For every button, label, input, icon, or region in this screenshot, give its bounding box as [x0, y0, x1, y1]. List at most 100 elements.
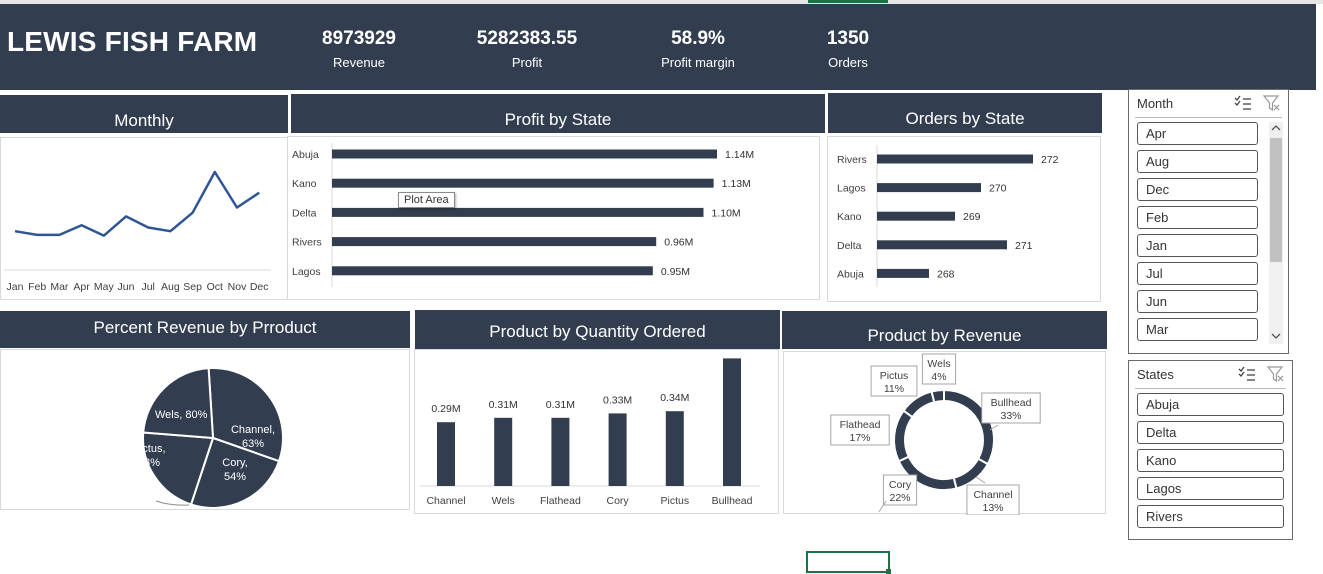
orders-data-label: 268 — [937, 268, 955, 280]
states-slicer[interactable]: States Abuja Delta Kano Lagos Rivers — [1128, 360, 1293, 540]
orders-by-state-bar-chart: Rivers 272 Lagos 270 Kano 269 Delta 271 Abuja 268 — [837, 145, 1059, 287]
category-label: Flathead — [540, 495, 581, 507]
kpi-orders: 1350 Orders — [788, 28, 908, 70]
monthly-line-chart: Jan Feb Mar Apr May Jun Jul Aug Sep Oct Nov Dec — [4, 170, 271, 293]
x-tick-label: Nov — [228, 281, 247, 293]
profit-data-label: 1.13M — [722, 178, 751, 190]
month-slicer-scroll-thumb[interactable] — [1270, 138, 1282, 262]
selected-cell[interactable] — [806, 551, 890, 573]
state-item-kano[interactable]: Kano — [1137, 449, 1284, 472]
kpi-revenue-value: 8973929 — [322, 28, 396, 49]
x-tick-label: Mar — [50, 281, 69, 293]
profit-by-state-header: Profit by State — [291, 94, 825, 133]
percent-revenue-header: Percent Revenue by Prroduct — [0, 311, 410, 348]
scroll-up-icon[interactable] — [1271, 124, 1281, 132]
clear-filter-icon[interactable] — [1266, 366, 1284, 383]
leader-line — [878, 500, 887, 513]
orders-by-state-title: Orders by State — [905, 109, 1025, 128]
percent-revenue-pie-chart: Wels, 80%Channel, 63%Cory, 54%Pictus, 58% — [132, 367, 284, 509]
orders-bar — [877, 183, 981, 193]
monthly-chart-title: Monthly — [114, 111, 174, 130]
quantity-ordered-title: Product by Quantity Ordered — [489, 322, 706, 341]
profit-data-label: 0.95M — [661, 266, 690, 278]
quantity-ordered-column-chart: 0.29M Channel 0.31M Wels 0.31M Flathead 0.33M C… — [420, 358, 760, 507]
month-slicer-title: Month — [1137, 96, 1174, 111]
monthly-chart-panel[interactable]: Jan Feb Mar Apr May Jun Jul Aug Sep Oct Nov Dec — [0, 137, 288, 300]
month-item-apr[interactable]: Apr — [1137, 122, 1258, 145]
month-slicer[interactable]: Month Apr Aug Dec Feb Jan Jul Jun Mar — [1128, 89, 1289, 354]
profit-data-label: 1.14M — [725, 149, 754, 161]
pie-slice — [142, 367, 215, 440]
fill-handle[interactable] — [886, 569, 891, 574]
profit-by-state-title: Profit by State — [504, 110, 612, 129]
profit-bar — [332, 207, 704, 217]
x-tick-label: Jun — [118, 281, 135, 293]
product-revenue-donut-chart: Bullhead 33%Channel 13%Cory 22%Flathead 17%P… — [830, 353, 1041, 516]
quantity-bar — [494, 417, 513, 486]
kpi-profit-margin: 58.9% Profit margin — [638, 28, 758, 70]
x-tick-label: Jul — [141, 281, 154, 293]
cory-callout-label: Cory 22% — [889, 479, 912, 504]
quantity-data-label: 0.31M — [489, 399, 518, 411]
orders-by-state-header: Orders by State — [828, 93, 1102, 133]
state-item-rivers[interactable]: Rivers — [1137, 505, 1284, 528]
state-label: Delta — [292, 207, 317, 219]
state-label: Kano — [292, 178, 317, 190]
states-slicer-title: States — [1137, 367, 1174, 382]
category-label: Pictus — [661, 495, 690, 507]
month-item-jun[interactable]: Jun — [1137, 290, 1258, 313]
state-label: Delta — [837, 240, 862, 252]
kpi-revenue: 8973929 Revenue — [299, 28, 419, 70]
kpi-revenue-label: Revenue — [332, 55, 386, 70]
scroll-down-icon[interactable] — [1271, 332, 1281, 340]
orders-by-state-panel[interactable]: Rivers 272 Lagos 270 Kano 269 Delta 271 Abuja 268 — [827, 136, 1101, 302]
orders-bar — [877, 268, 929, 278]
donut-slice — [930, 388, 945, 404]
state-label: Abuja — [292, 149, 319, 161]
donut-slice — [952, 457, 990, 490]
month-item-jan[interactable]: Jan — [1137, 234, 1258, 257]
orders-bar — [877, 240, 1007, 250]
state-label: Lagos — [292, 266, 321, 278]
month-item-feb[interactable]: Feb — [1137, 206, 1258, 229]
x-tick-label: Feb — [28, 281, 46, 293]
product-revenue-title: Product by Revenue — [867, 326, 1022, 345]
clear-filter-icon[interactable] — [1262, 95, 1280, 112]
quantity-bar — [551, 417, 570, 486]
quantity-ordered-panel[interactable]: 0.29M Channel 0.31M Wels 0.31M Flathead 0.33M C… — [414, 349, 779, 514]
profit-by-state-panel[interactable]: Abuja 1.14M Kano 1.13M Delta 1.10M Rivers 0.96M… — [287, 136, 820, 300]
pie-data-label: Wels, 80% — [155, 409, 208, 421]
orders-bar — [877, 154, 1033, 164]
product-revenue-panel[interactable]: Bullhead 33% Channel 13% Cory 22% Flathead 17% P… — [783, 351, 1106, 516]
profit-bar — [332, 149, 717, 159]
state-item-delta[interactable]: Delta — [1137, 421, 1284, 444]
product-revenue-header: Product by Revenue — [782, 311, 1107, 349]
quantity-bar — [665, 411, 684, 486]
plot-area-tooltip: Plot Area — [398, 192, 455, 208]
quantity-data-label: 0.33M — [603, 394, 632, 406]
pictus-callout-label: Pictus 11% — [880, 370, 909, 395]
profit-data-label: 1.10M — [711, 207, 740, 219]
multi-select-icon[interactable] — [1234, 95, 1251, 110]
kpi-profit: 5282383.55 Profit — [467, 28, 587, 70]
percent-revenue-panel[interactable]: Wels, 80% Channel, 63% Cory, 54% Pictus, 58% — [0, 349, 410, 510]
donut-slice — [893, 409, 914, 463]
x-tick-label: Jan — [7, 281, 24, 293]
state-item-lagos[interactable]: Lagos — [1137, 477, 1284, 500]
month-slicer-scrollbar[interactable] — [1269, 122, 1283, 344]
profit-data-label: 0.96M — [664, 237, 693, 249]
orders-data-label: 271 — [1015, 240, 1033, 252]
kpi-profit-label: Profit — [511, 55, 543, 70]
month-item-mar[interactable]: Mar — [1137, 318, 1258, 341]
slicer-divider — [1135, 117, 1282, 118]
state-item-abuja[interactable]: Abuja — [1137, 393, 1284, 416]
kpi-profit-margin-value: 58.9% — [671, 28, 725, 49]
x-tick-label: Sep — [183, 281, 202, 293]
slicer-divider — [1135, 388, 1286, 389]
quantity-bar — [608, 413, 627, 486]
month-item-aug[interactable]: Aug — [1137, 150, 1258, 173]
multi-select-icon[interactable] — [1238, 366, 1255, 381]
quantity-data-label: 0.29M — [431, 403, 460, 415]
month-item-dec[interactable]: Dec — [1137, 178, 1258, 201]
month-item-jul[interactable]: Jul — [1137, 262, 1258, 285]
